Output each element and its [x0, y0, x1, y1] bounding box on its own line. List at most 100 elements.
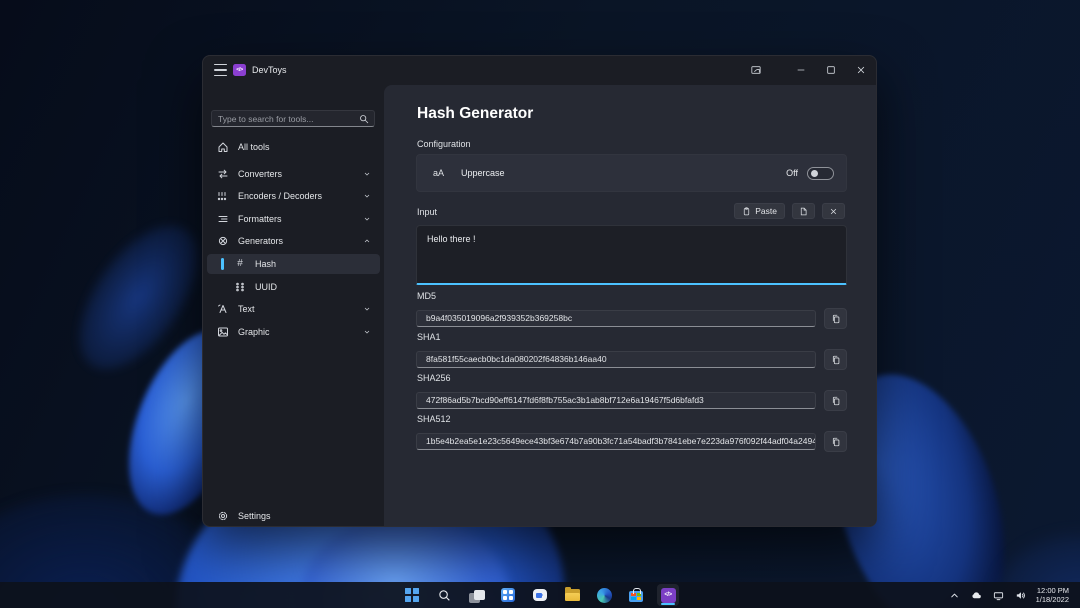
task-view-button[interactable]: [465, 584, 487, 606]
start-button[interactable]: [401, 584, 423, 606]
search-icon: [438, 589, 451, 602]
uppercase-toggle[interactable]: [807, 167, 834, 180]
input-label: Input: [417, 207, 437, 217]
md5-label: MD5: [417, 291, 436, 301]
sidebar-item-label: Generators: [238, 236, 283, 246]
compact-overlay-button[interactable]: [741, 56, 771, 84]
sidebar-item-text[interactable]: Text: [207, 299, 380, 319]
widgets-icon: [501, 588, 515, 602]
taskbar-search-button[interactable]: [433, 584, 455, 606]
sidebar-item-label: UUID: [255, 282, 277, 292]
taskbar: </> 12:00 PM 1/18/2022: [0, 582, 1080, 608]
sidebar-item-graphic[interactable]: Graphic: [207, 322, 380, 342]
sidebar-item-uuid[interactable]: UUID: [207, 277, 380, 297]
copy-icon: [831, 355, 841, 365]
uuid-icon: [234, 281, 246, 293]
window-title: DevToys: [252, 65, 287, 75]
converters-icon: [217, 168, 229, 180]
md5-copy-button[interactable]: [824, 308, 847, 329]
sha1-copy-button[interactable]: [824, 349, 847, 370]
close-button[interactable]: [846, 56, 876, 84]
minimize-button[interactable]: [786, 56, 816, 84]
store-button[interactable]: [625, 584, 647, 606]
copy-icon: [831, 314, 841, 324]
tray-chevron-up-icon[interactable]: [948, 585, 962, 605]
page-title: Hash Generator: [417, 105, 533, 123]
sha256-label: SHA256: [417, 373, 451, 383]
sidebar-item-label: Text: [238, 304, 255, 314]
formatters-icon: [217, 213, 229, 225]
search-icon[interactable]: [357, 112, 371, 126]
volume-icon[interactable]: [1014, 585, 1028, 605]
folder-icon: [565, 589, 580, 601]
uppercase-label: Uppercase: [461, 168, 505, 178]
file-explorer-button[interactable]: [561, 584, 583, 606]
uppercase-setting-card: aA Uppercase Off: [416, 154, 847, 192]
sidebar-item-label: All tools: [238, 142, 270, 152]
network-icon[interactable]: [992, 585, 1006, 605]
sidebar-item-formatters[interactable]: Formatters: [207, 209, 380, 229]
sidebar-item-converters[interactable]: Converters: [207, 164, 380, 184]
sidebar-item-label: Settings: [238, 511, 271, 521]
gear-icon: [217, 510, 229, 522]
sha512-copy-button[interactable]: [824, 431, 847, 452]
search-input[interactable]: [212, 114, 357, 124]
chat-button[interactable]: [529, 584, 551, 606]
maximize-button[interactable]: [816, 56, 846, 84]
active-app-indicator: [661, 603, 675, 605]
md5-output[interactable]: b9a4f035019096a2f939352b369258bc: [416, 310, 816, 327]
sidebar-item-encoders-decoders[interactable]: Encoders / Decoders: [207, 186, 380, 206]
sha512-label: SHA512: [417, 414, 451, 424]
hamburger-menu-icon[interactable]: [214, 64, 227, 76]
sha1-output[interactable]: 8fa581f55caecb0bc1da080202f64836b146aa40: [416, 351, 816, 368]
open-file-button[interactable]: [792, 203, 815, 219]
toggle-state-label: Off: [786, 168, 798, 178]
home-icon: [217, 141, 229, 153]
chevron-down-icon: [362, 170, 371, 179]
input-header: Input Paste: [417, 203, 845, 219]
hash-icon: #: [234, 258, 246, 270]
devtoys-taskbar-button[interactable]: </>: [657, 584, 679, 606]
sidebar-item-hash[interactable]: # Hash: [207, 254, 380, 274]
devtoys-icon: </>: [661, 588, 676, 603]
encoders-decoders-icon: [217, 190, 229, 202]
close-icon: [829, 207, 838, 216]
chevron-down-icon: [362, 328, 371, 337]
text-icon: [217, 303, 229, 315]
sha512-output[interactable]: 1b5e4b2ea5e1e23c5649ece43bf3e674b7a90b3f…: [416, 433, 816, 450]
edge-button[interactable]: [593, 584, 615, 606]
desktop: </> DevToys: [0, 0, 1080, 608]
clock[interactable]: 12:00 PM 1/18/2022: [1036, 586, 1069, 604]
chevron-down-icon: [362, 192, 371, 201]
titlebar: </> DevToys: [203, 56, 876, 84]
main-content: Hash Generator Configuration aA Uppercas…: [384, 85, 876, 526]
chevron-down-icon: [362, 215, 371, 224]
sha1-label: SHA1: [417, 332, 441, 342]
sha256-output[interactable]: 472f86ad5b7bcd90eff6147fd6f8fb755ac3b1ab…: [416, 392, 816, 409]
task-view-icon: [466, 587, 486, 603]
windows-logo-icon: [405, 588, 419, 602]
uppercase-icon: aA: [433, 168, 444, 178]
widgets-button[interactable]: [497, 584, 519, 606]
search-box: [211, 110, 375, 127]
sidebar-item-all-tools[interactable]: All tools: [207, 137, 380, 157]
paste-button[interactable]: Paste: [734, 203, 785, 219]
sidebar-item-generators[interactable]: Generators: [207, 231, 380, 251]
sidebar-item-label: Hash: [255, 259, 276, 269]
clear-input-button[interactable]: [822, 203, 845, 219]
graphic-icon: [217, 326, 229, 338]
hash-input-textarea[interactable]: Hello there !: [416, 225, 847, 285]
selection-indicator: [221, 258, 224, 270]
sidebar-item-label: Encoders / Decoders: [238, 191, 322, 201]
sha256-copy-button[interactable]: [824, 390, 847, 411]
chat-icon: [533, 589, 547, 601]
onedrive-cloud-icon[interactable]: [970, 585, 984, 605]
sidebar-item-label: Converters: [238, 169, 282, 179]
clipboard-icon: [742, 207, 751, 216]
chevron-up-icon: [362, 237, 371, 246]
wallpaper-petal: [56, 206, 220, 390]
store-icon: [629, 591, 643, 602]
copy-icon: [831, 437, 841, 447]
sidebar-item-label: Formatters: [238, 214, 282, 224]
sidebar-item-settings[interactable]: Settings: [207, 506, 380, 526]
